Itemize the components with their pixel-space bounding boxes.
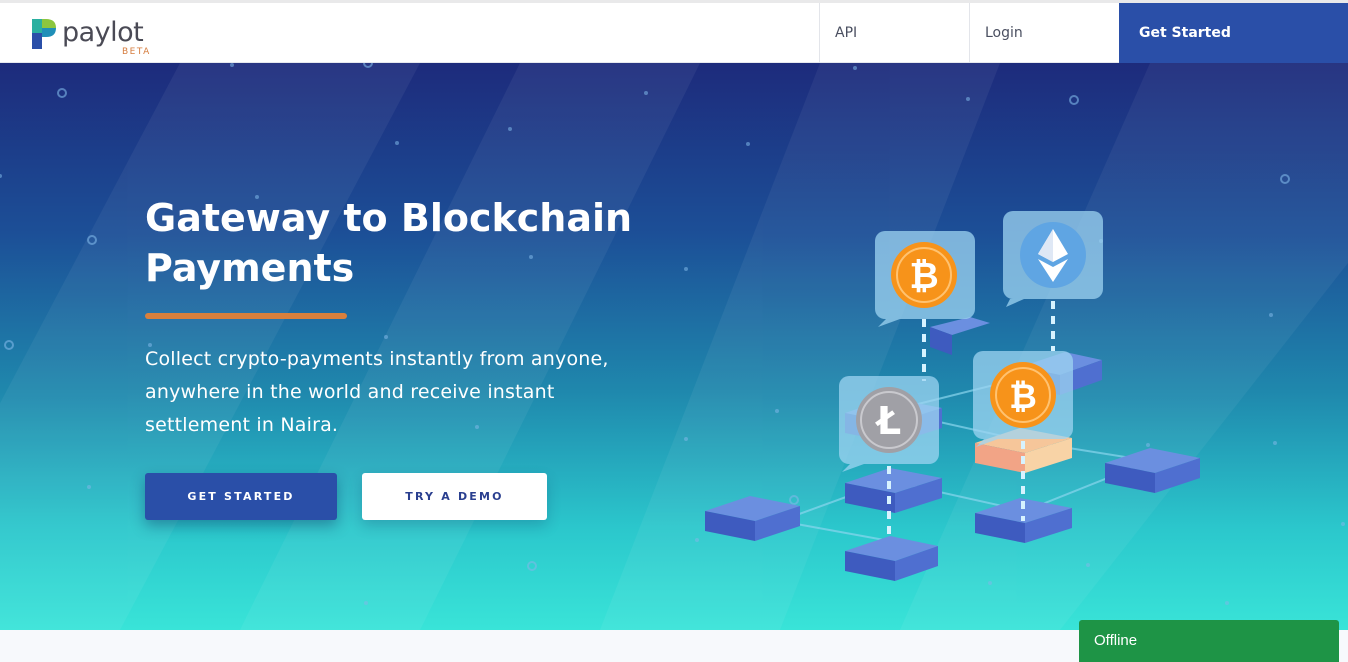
paylot-logo[interactable]: paylot BETA bbox=[30, 17, 160, 59]
litecoin-bubble: Ł bbox=[839, 376, 939, 472]
hero-section: Gateway to Blockchain Payments Collect c… bbox=[0, 63, 1348, 630]
bitcoin-icon: ₿ bbox=[909, 256, 938, 297]
blockchain-block bbox=[1105, 448, 1200, 493]
bitcoin-bubble: ₿ bbox=[875, 231, 975, 327]
ethereum-bubble bbox=[1003, 211, 1103, 307]
blockchain-block bbox=[930, 317, 990, 355]
blockchain-block bbox=[845, 536, 938, 581]
bitcoin-bubble-secondary: ₿ bbox=[973, 351, 1073, 447]
beta-badge: BETA bbox=[122, 47, 151, 57]
blockchain-block bbox=[845, 468, 942, 513]
logo-wordmark: paylot bbox=[62, 17, 144, 48]
blockchain-block bbox=[705, 496, 800, 541]
nav-api-link[interactable]: API bbox=[819, 3, 969, 63]
site-header: paylot BETA API Login Get Started bbox=[0, 3, 1348, 63]
get-started-button[interactable]: GET STARTED bbox=[145, 473, 337, 520]
litecoin-icon: Ł bbox=[875, 399, 901, 443]
try-demo-button[interactable]: TRY A DEMO bbox=[362, 473, 547, 520]
bitcoin-icon-secondary: ₿ bbox=[1009, 377, 1037, 417]
nav-get-started-button[interactable]: Get Started bbox=[1119, 3, 1348, 63]
hero-description: Collect crypto-payments instantly from a… bbox=[145, 348, 609, 436]
chat-status-widget[interactable]: Offline bbox=[1079, 620, 1339, 662]
blockchain-illustration: ₿ Ł ₿ bbox=[705, 211, 1200, 581]
title-underline bbox=[145, 313, 347, 319]
nav-login-link[interactable]: Login bbox=[969, 3, 1119, 63]
hero-title: Gateway to Blockchain Payments bbox=[145, 196, 633, 290]
paylot-mark-icon bbox=[32, 19, 56, 49]
